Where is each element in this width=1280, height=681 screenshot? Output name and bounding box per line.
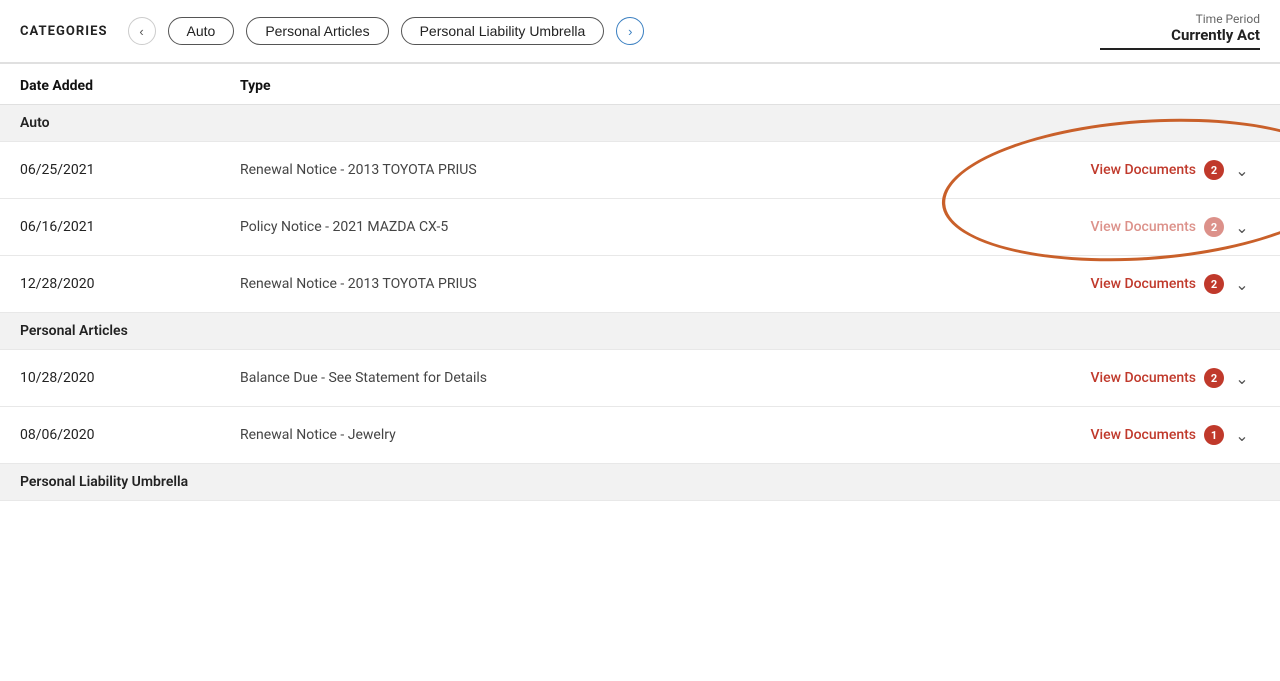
category-pill-personal-liability[interactable]: Personal Liability Umbrella (401, 17, 605, 45)
section-auto: Auto (0, 105, 1280, 142)
chevron-down-icon[interactable]: ⌄ (1224, 275, 1260, 294)
view-documents-link[interactable]: View Documents (1090, 219, 1196, 235)
view-docs-cell: View Documents 2 (1004, 368, 1224, 388)
table-row: 06/25/2021 Renewal Notice - 2013 TOYOTA … (0, 142, 1280, 199)
type-cell: Balance Due - See Statement for Details (240, 370, 1004, 386)
date-cell: 08/06/2020 (20, 427, 240, 443)
doc-count-badge: 2 (1204, 368, 1224, 388)
table-row: 06/16/2021 Policy Notice - 2021 MAZDA CX… (0, 199, 1280, 256)
col-header-date: Date Added (20, 78, 240, 94)
type-cell: Renewal Notice - 2013 TOYOTA PRIUS (240, 162, 1004, 178)
chevron-down-icon[interactable]: ⌄ (1224, 369, 1260, 388)
type-cell: Policy Notice - 2021 MAZDA CX-5 (240, 219, 1004, 235)
type-cell: Renewal Notice - 2013 TOYOTA PRIUS (240, 276, 1004, 292)
doc-count-badge: 2 (1204, 160, 1224, 180)
section-personal-liability: Personal Liability Umbrella (0, 464, 1280, 501)
doc-count-badge: 2 (1204, 274, 1224, 294)
time-period-section: Time Period Currently Act (1100, 12, 1260, 50)
table-row: 08/06/2020 Renewal Notice - Jewelry View… (0, 407, 1280, 464)
type-cell: Renewal Notice - Jewelry (240, 427, 1004, 443)
table-row: 12/28/2020 Renewal Notice - 2013 TOYOTA … (0, 256, 1280, 313)
chevron-down-icon[interactable]: ⌄ (1224, 426, 1260, 445)
date-cell: 12/28/2020 (20, 276, 240, 292)
categories-label: CATEGORIES (20, 24, 108, 39)
prev-arrow-button[interactable]: ‹ (128, 17, 156, 45)
documents-table: Date Added Type Auto 06/25/2021 Renewal … (0, 64, 1280, 501)
next-arrow-icon: › (628, 24, 632, 39)
view-documents-link[interactable]: View Documents (1090, 162, 1196, 178)
section-personal-articles: Personal Articles (0, 313, 1280, 350)
chevron-down-icon[interactable]: ⌄ (1224, 218, 1260, 237)
section-title-personal-articles: Personal Articles (20, 323, 240, 339)
date-cell: 10/28/2020 (20, 370, 240, 386)
header-bar: CATEGORIES ‹ Auto Personal Articles Pers… (0, 0, 1280, 63)
next-arrow-button[interactable]: › (616, 17, 644, 45)
section-title-personal-liability: Personal Liability Umbrella (20, 474, 240, 490)
chevron-down-icon[interactable]: ⌄ (1224, 161, 1260, 180)
date-cell: 06/16/2021 (20, 219, 240, 235)
view-docs-cell: View Documents 2 (1004, 160, 1224, 180)
view-docs-cell: View Documents 1 (1004, 425, 1224, 445)
prev-arrow-icon: ‹ (139, 24, 143, 39)
category-pill-personal-articles[interactable]: Personal Articles (246, 17, 388, 45)
category-pill-auto[interactable]: Auto (168, 17, 235, 45)
table-row: 10/28/2020 Balance Due - See Statement f… (0, 350, 1280, 407)
view-docs-cell: View Documents 2 (1004, 274, 1224, 294)
view-documents-link[interactable]: View Documents (1090, 370, 1196, 386)
table-header-row: Date Added Type (0, 64, 1280, 105)
date-cell: 06/25/2021 (20, 162, 240, 178)
time-period-label: Time Period (1100, 12, 1260, 26)
view-docs-cell: View Documents 2 (1004, 217, 1224, 237)
doc-count-badge: 1 (1204, 425, 1224, 445)
time-period-value: Currently Act (1100, 26, 1260, 44)
view-documents-link[interactable]: View Documents (1090, 276, 1196, 292)
view-documents-link[interactable]: View Documents (1090, 427, 1196, 443)
col-header-type: Type (240, 78, 1004, 94)
doc-count-badge: 2 (1204, 217, 1224, 237)
section-title-auto: Auto (20, 115, 240, 131)
